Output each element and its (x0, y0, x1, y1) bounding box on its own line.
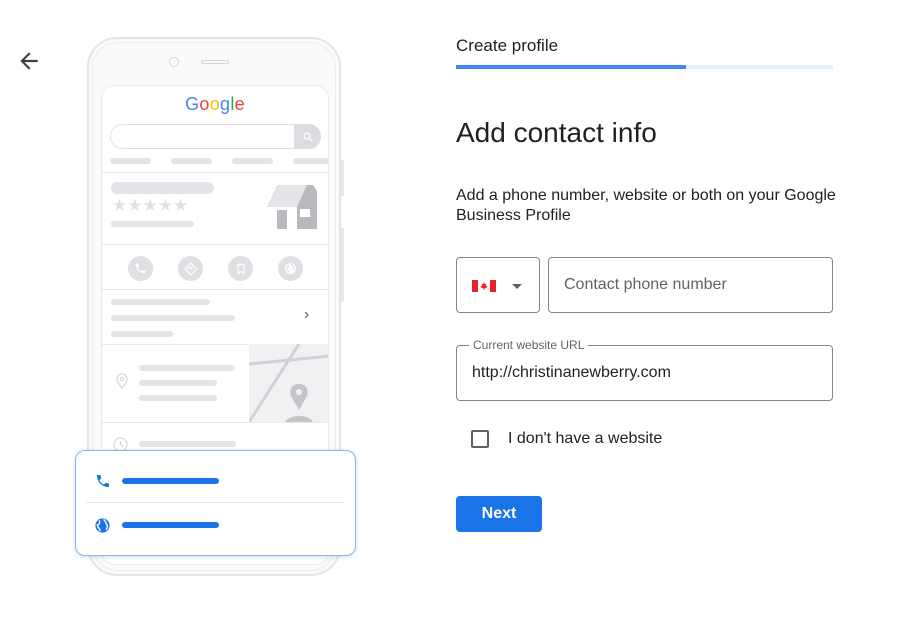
divider (86, 502, 345, 503)
no-website-checkbox[interactable] (471, 430, 489, 448)
storefront-icon (267, 185, 317, 229)
mock-tabs (110, 158, 328, 164)
globe-icon (95, 518, 110, 533)
logo-letter: G (185, 94, 200, 114)
chevron-right-icon: › (304, 306, 310, 323)
placeholder-bar (139, 395, 217, 401)
directions-icon (178, 256, 203, 281)
phone-icon (128, 256, 153, 281)
search-engine-logo: Google (102, 94, 328, 115)
placeholder-bar (139, 365, 235, 371)
mock-search-button (294, 124, 321, 149)
bookmark-icon (228, 256, 253, 281)
country-code-select[interactable] (456, 257, 540, 313)
placeholder-bar (111, 331, 173, 337)
placeholder-bar (171, 158, 212, 164)
phone-camera (169, 57, 179, 67)
placeholder-bar (111, 299, 210, 305)
placeholder-bar (111, 221, 194, 227)
phone-number-input[interactable] (548, 257, 833, 313)
divider (102, 422, 328, 423)
progress-bar-fill (456, 65, 686, 69)
phone-icon (97, 475, 109, 487)
logo-letter: e (234, 94, 245, 114)
website-url-input[interactable] (472, 346, 812, 400)
placeholder-bar (111, 182, 214, 194)
placeholder-bar (293, 158, 328, 164)
search-icon (302, 131, 312, 141)
next-button[interactable]: Next (456, 496, 542, 532)
progress-bar (456, 65, 833, 69)
placeholder-bar (110, 158, 151, 164)
page-description: Add a phone number, website or both on y… (456, 187, 836, 224)
logo-letter: o (199, 94, 210, 114)
map-roads (249, 344, 328, 422)
contact-info-card (75, 450, 356, 556)
step-title: Create profile (456, 36, 559, 55)
location-pin-icon (116, 373, 128, 389)
divider (102, 289, 328, 290)
divider (102, 244, 328, 245)
website-url-field[interactable]: Current website URL (456, 338, 833, 401)
canada-flag-icon (472, 280, 496, 292)
rating-stars: ★★★★★ (112, 196, 189, 216)
chevron-down-icon (512, 284, 522, 289)
no-website-label: I don't have a website (508, 430, 663, 447)
no-website-option[interactable]: I don't have a website (471, 430, 662, 448)
arrow-back-icon (20, 52, 38, 70)
mock-search-bar (110, 124, 321, 149)
back-button[interactable] (16, 48, 42, 74)
placeholder-bar (139, 441, 236, 447)
website-placeholder-line (122, 522, 219, 528)
phone-speaker (201, 60, 229, 64)
page-heading: Add contact info (456, 117, 657, 148)
logo-letter: g (220, 94, 231, 114)
placeholder-bar (232, 158, 273, 164)
divider (102, 172, 328, 173)
placeholder-bar (111, 315, 235, 321)
mini-map (249, 344, 328, 422)
phone-placeholder-line (122, 478, 219, 484)
placeholder-bar (139, 380, 217, 386)
logo-letter: o (209, 94, 220, 114)
globe-icon (278, 256, 303, 281)
